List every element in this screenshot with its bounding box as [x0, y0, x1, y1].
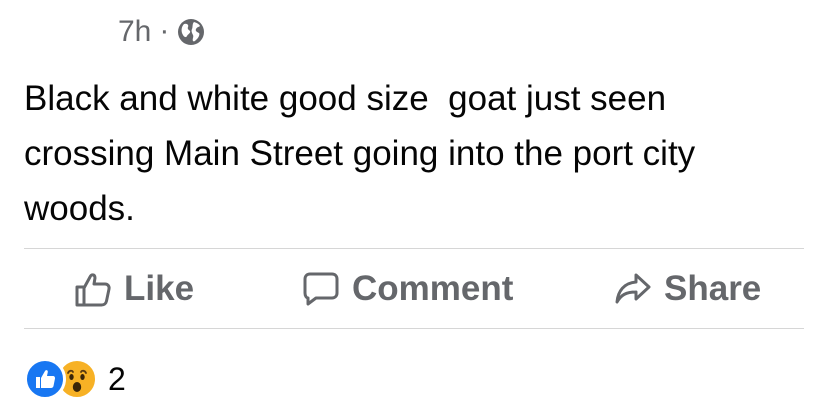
- share-button[interactable]: Share: [614, 249, 761, 328]
- post-time[interactable]: 7h: [118, 14, 151, 50]
- thumbs-up-icon: [74, 271, 112, 307]
- reaction-count: 2: [108, 361, 126, 397]
- reactions-summary[interactable]: 2: [24, 358, 126, 400]
- like-label: Like: [124, 268, 195, 308]
- share-label: Share: [664, 268, 762, 308]
- share-arrow-icon: [614, 271, 652, 307]
- post-card: 7h · Black and white good size goat just…: [0, 0, 828, 411]
- actions-divider-bottom: [24, 328, 804, 329]
- post-meta: 7h ·: [118, 14, 205, 50]
- globe-icon[interactable]: [177, 18, 205, 46]
- meta-separator: ·: [159, 13, 170, 47]
- like-reaction-icon: [24, 358, 66, 400]
- post-actions-bar: Like Comment Share: [24, 249, 804, 328]
- comment-label: Comment: [352, 268, 514, 308]
- comment-bubble-icon: [302, 271, 340, 307]
- comment-button[interactable]: Comment: [302, 249, 513, 328]
- like-button[interactable]: Like: [74, 249, 194, 328]
- post-text: Black and white good size goat just seen…: [24, 79, 705, 228]
